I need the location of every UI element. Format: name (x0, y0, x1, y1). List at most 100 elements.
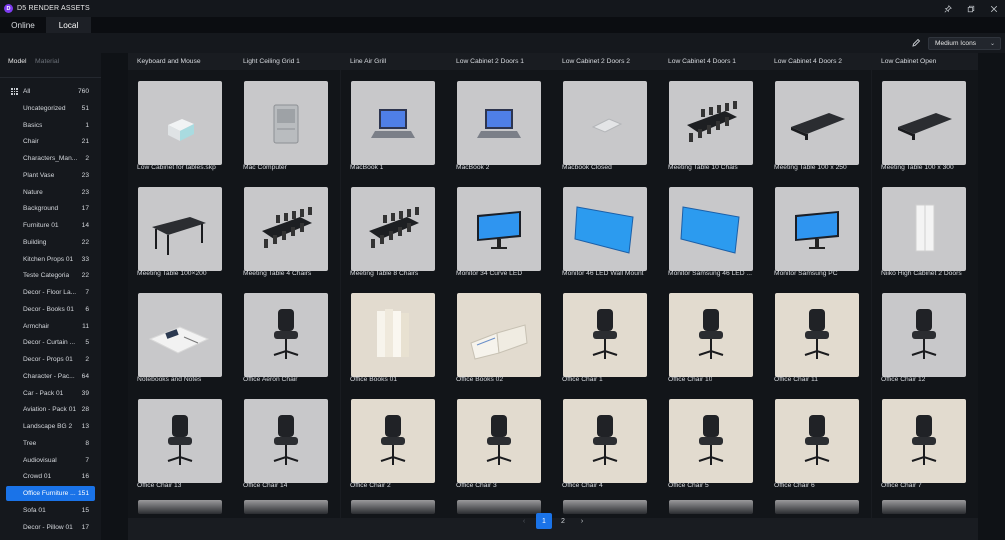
asset-card[interactable] (765, 176, 871, 282)
category-item[interactable]: Basics 1 (6, 118, 95, 133)
asset-card[interactable] (872, 388, 978, 494)
category-item[interactable]: Armchair 11 (6, 319, 95, 334)
asset-card[interactable] (659, 176, 765, 282)
asset-thumbnail[interactable] (138, 81, 222, 165)
asset-thumbnail[interactable] (244, 399, 328, 483)
category-item[interactable]: Nature 23 (6, 185, 95, 200)
asset-card[interactable] (659, 282, 765, 388)
asset-card[interactable] (872, 70, 978, 176)
asset-thumbnail[interactable] (882, 81, 966, 165)
category-item[interactable]: Teste Categoria 22 (6, 268, 95, 283)
category-item[interactable]: Office Furniture ... 151 (6, 486, 95, 501)
asset-thumbnail[interactable] (882, 399, 966, 483)
category-item[interactable]: Characters_Man... 2 (6, 151, 95, 166)
asset-card[interactable] (659, 388, 765, 494)
asset-thumbnail[interactable] (563, 81, 647, 165)
category-item[interactable]: Building 22 (6, 235, 95, 250)
category-item[interactable]: Character - Pac... 64 (6, 369, 95, 384)
category-item[interactable]: Tree 8 (6, 436, 95, 451)
asset-card[interactable] (447, 70, 553, 176)
asset-card[interactable] (765, 282, 871, 388)
category-item[interactable]: Decor - Props 01 2 (6, 352, 95, 367)
asset-card[interactable] (234, 388, 340, 494)
tab-online[interactable]: Online (0, 17, 46, 33)
asset-card[interactable] (659, 70, 765, 176)
asset-thumbnail[interactable] (351, 187, 435, 271)
tab-local[interactable]: Local (46, 17, 91, 33)
page-2-button[interactable]: 2 (555, 513, 571, 529)
category-item[interactable]: Landscape BG 2 13 (6, 419, 95, 434)
view-mode-select[interactable]: Medium Icons ⌄ (928, 37, 1001, 50)
category-item[interactable]: Aviation - Pack 01 28 (6, 402, 95, 417)
asset-card[interactable] (128, 176, 234, 282)
asset-thumbnail[interactable] (775, 399, 859, 483)
asset-thumbnail[interactable] (351, 399, 435, 483)
asset-thumbnail[interactable] (882, 187, 966, 271)
category-item[interactable]: Furniture 01 14 (6, 218, 95, 233)
category-item[interactable]: Decor - Curtain ... 5 (6, 335, 95, 350)
asset-thumbnail[interactable] (563, 399, 647, 483)
page-1-button[interactable]: 1 (536, 513, 552, 529)
asset-card[interactable] (234, 176, 340, 282)
asset-thumbnail[interactable] (457, 399, 541, 483)
asset-card[interactable] (341, 282, 447, 388)
category-item[interactable]: Car - Pack 01 39 (6, 386, 95, 401)
asset-thumbnail[interactable] (244, 293, 328, 377)
asset-thumbnail[interactable] (138, 293, 222, 377)
asset-thumbnail[interactable] (669, 81, 753, 165)
asset-thumbnail[interactable] (457, 187, 541, 271)
asset-card[interactable] (341, 70, 447, 176)
asset-thumbnail[interactable] (882, 293, 966, 377)
pin-icon[interactable] (936, 0, 959, 17)
asset-card[interactable] (553, 282, 659, 388)
asset-card[interactable] (341, 176, 447, 282)
asset-card[interactable] (447, 388, 553, 494)
category-item[interactable]: Decor - Floor La... 7 (6, 285, 95, 300)
category-item[interactable]: Uncategorized 51 (6, 101, 95, 116)
asset-thumbnail[interactable] (138, 399, 222, 483)
category-item[interactable]: Chair 21 (6, 134, 95, 149)
asset-card[interactable] (553, 70, 659, 176)
category-item[interactable]: Audiovisual 7 (6, 453, 95, 468)
asset-card[interactable] (872, 282, 978, 388)
restore-icon[interactable] (959, 0, 982, 17)
asset-thumbnail[interactable] (244, 81, 328, 165)
asset-thumbnail[interactable] (457, 293, 541, 377)
category-item[interactable]: Decor - Books 01 6 (6, 302, 95, 317)
asset-thumbnail[interactable] (351, 293, 435, 377)
asset-thumbnail[interactable] (775, 293, 859, 377)
asset-card[interactable] (872, 176, 978, 282)
asset-card[interactable] (447, 176, 553, 282)
asset-card[interactable] (234, 282, 340, 388)
asset-thumbnail[interactable] (669, 293, 753, 377)
asset-card[interactable] (765, 70, 871, 176)
category-item[interactable]: Kitchen Props 01 33 (6, 252, 95, 267)
asset-card[interactable] (553, 388, 659, 494)
asset-card[interactable] (765, 388, 871, 494)
category-item[interactable]: Background 17 (6, 201, 95, 216)
asset-thumbnail[interactable] (669, 187, 753, 271)
asset-thumbnail[interactable] (244, 187, 328, 271)
category-item[interactable]: Crowd 01 16 (6, 469, 95, 484)
asset-thumbnail[interactable] (775, 81, 859, 165)
category-all[interactable]: All 760 (6, 84, 95, 99)
asset-thumbnail[interactable] (563, 187, 647, 271)
asset-thumbnail[interactable] (457, 81, 541, 165)
tab-model[interactable]: Model (8, 58, 27, 65)
tab-material[interactable]: Material (35, 58, 59, 65)
asset-thumbnail[interactable] (563, 293, 647, 377)
asset-card[interactable] (341, 388, 447, 494)
asset-card[interactable] (553, 176, 659, 282)
asset-card[interactable] (234, 70, 340, 176)
asset-card[interactable] (128, 282, 234, 388)
asset-card[interactable] (128, 70, 234, 176)
close-icon[interactable] (982, 0, 1005, 17)
asset-thumbnail[interactable] (669, 399, 753, 483)
edit-icon[interactable] (911, 38, 921, 48)
asset-thumbnail[interactable] (138, 187, 222, 271)
asset-card[interactable] (447, 282, 553, 388)
next-page-button[interactable]: › (574, 513, 590, 529)
category-item[interactable]: Plant Vase 23 (6, 168, 95, 183)
asset-thumbnail[interactable] (351, 81, 435, 165)
asset-card[interactable] (128, 388, 234, 494)
